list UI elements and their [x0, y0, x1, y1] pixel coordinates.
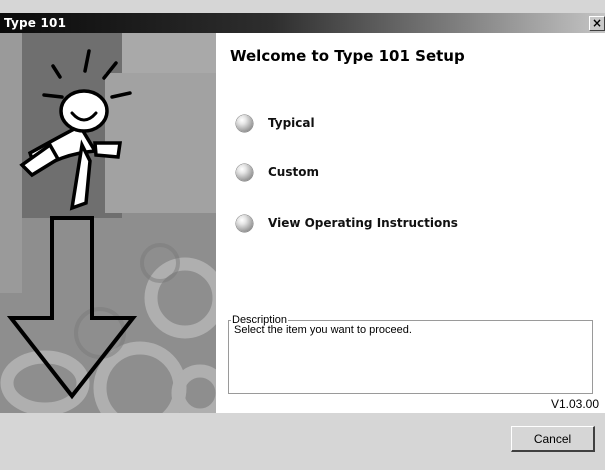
option-bullet-icon: [236, 163, 253, 181]
description-box: Description Select the item you want to …: [228, 314, 593, 394]
option-typical[interactable]: Typical: [236, 112, 315, 134]
window-title: Type 101: [4, 16, 67, 30]
description-text: Select the item you want to proceed.: [234, 324, 412, 336]
side-banner-image: [0, 33, 216, 413]
close-button[interactable]: ×: [589, 16, 605, 31]
setup-content-panel: Welcome to Type 101 Setup Typical Custom…: [216, 33, 605, 413]
cancel-button[interactable]: Cancel: [511, 426, 595, 452]
option-bullet-icon: [236, 214, 253, 232]
welcome-heading: Welcome to Type 101 Setup: [230, 47, 465, 65]
option-label-view-instructions: View Operating Instructions: [268, 216, 458, 230]
option-label-custom: Custom: [268, 165, 319, 179]
option-custom[interactable]: Custom: [236, 161, 319, 183]
setup-window: Type 101 × Welcome to Type 101 Setup Typ…: [0, 0, 605, 470]
option-label-typical: Typical: [268, 116, 315, 130]
title-bar: Type 101 ×: [0, 13, 605, 33]
option-bullet-icon: [236, 114, 253, 132]
option-view-operating-instructions[interactable]: View Operating Instructions: [236, 212, 458, 234]
version-label: V1.03.00: [550, 397, 599, 411]
close-icon: ×: [591, 16, 603, 30]
